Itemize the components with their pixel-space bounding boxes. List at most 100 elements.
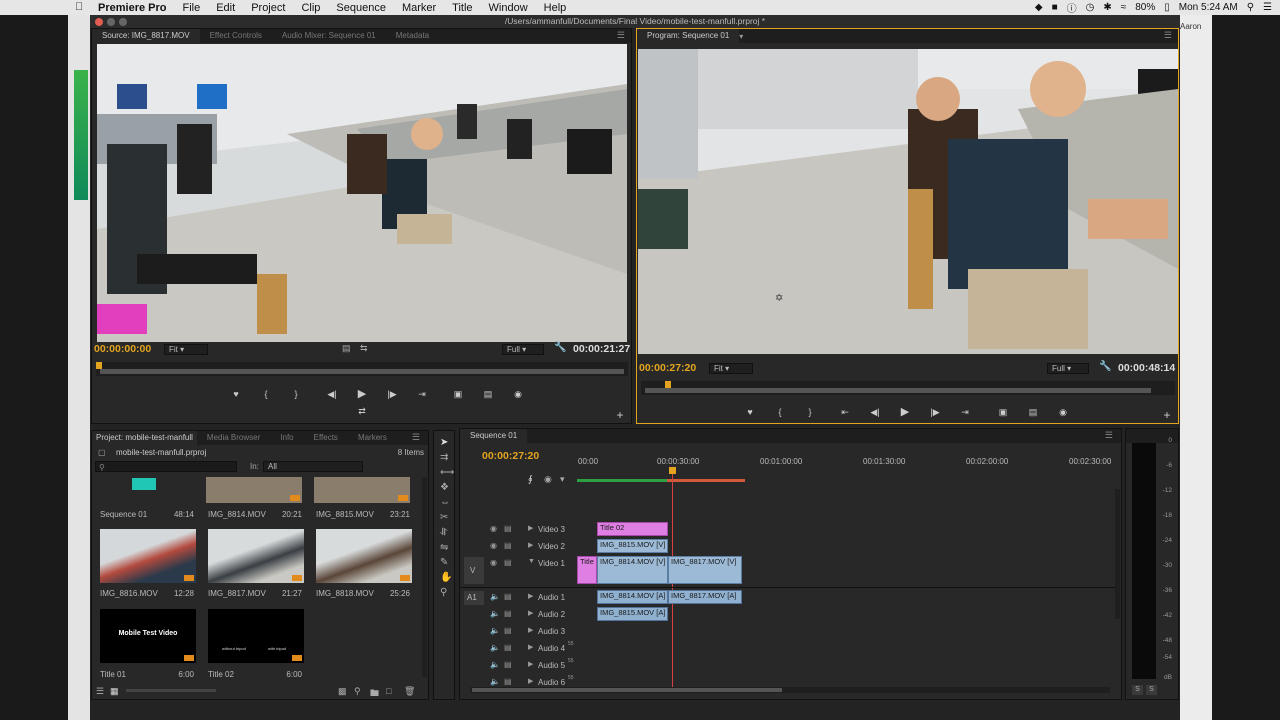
panel-menu-icon[interactable]: ☰ [617,30,625,41]
go-to-in-button[interactable]: ◀| [324,388,340,400]
drag-video-icon[interactable]: ⇆ [360,343,368,354]
bin-thumb-img8814[interactable] [206,477,302,503]
bluetooth-icon[interactable]: ✱ [1103,2,1111,13]
expand-track-icon[interactable]: ▶ [528,643,533,651]
speaker-icon[interactable]: 🔈 [490,677,500,686]
menu-app[interactable]: Premiere Pro [98,2,166,14]
step-forward-button[interactable]: |▶ [384,388,400,400]
bin-thumb-sequence01[interactable] [98,477,194,531]
source-playhead[interactable] [96,362,102,369]
razor-tool-icon[interactable]: ✂ [440,512,448,523]
toggle-output-icon[interactable]: ◉ [490,524,497,533]
zoom-window-icon[interactable] [119,18,127,26]
solo-right-button[interactable]: S [1146,685,1157,695]
mark-in-button[interactable]: { [772,406,788,418]
source-quality-dropdown[interactable]: Full ▾ [502,344,544,355]
slide-tool-icon[interactable]: ⇋ [440,542,448,553]
bin-thumb-img8816[interactable] [100,529,196,583]
lock-track-icon[interactable]: ▤ [504,609,512,618]
timeline-clip-a1b[interactable]: IMG_8817.MOV [A] [668,590,742,604]
program-scrub-bar[interactable] [645,388,1151,393]
audio-target-button[interactable]: A1 [464,591,484,605]
program-quality-dropdown[interactable]: Full ▾ [1047,363,1089,374]
speaker-icon[interactable]: 🔈 [490,643,500,652]
new-item-icon[interactable]: □ [386,686,391,696]
menu-help[interactable]: Help [544,2,567,14]
overwrite-button[interactable]: ▤ [480,388,496,400]
hand-tool-icon[interactable]: ✋ [440,572,452,583]
go-to-out-button[interactable]: ⇥ [957,406,973,418]
tab-sequence[interactable]: Sequence 01 [460,429,528,443]
new-bin-icon[interactable]: 🖿 [370,686,379,702]
ripple-edit-tool-icon[interactable]: ⟷ [440,467,454,478]
tab-effects[interactable]: Effects [304,431,348,445]
expand-track-icon[interactable]: ▶ [528,626,533,634]
panel-menu-icon[interactable]: ☰ [1164,30,1172,41]
lock-track-icon[interactable]: ▤ [504,643,512,652]
timeline-clip-a1a[interactable]: IMG_8814.MOV [A] [597,590,668,604]
go-to-out-button[interactable]: ⇥ [414,388,430,400]
speaker-icon[interactable]: 🔈 [490,592,500,601]
wrench-icon[interactable]: 🔧 [554,342,566,353]
source-video-frame[interactable] [97,44,627,342]
menu-edit[interactable]: Edit [216,2,235,14]
panel-menu-icon[interactable]: ☰ [1105,430,1113,441]
timeline-ruler[interactable]: 00:00 00:00:30:00 00:01:00:00 00:01:30:0… [575,455,1115,483]
program-time-ruler[interactable] [641,381,1175,395]
add-button-program[interactable]: + [1159,409,1175,421]
selection-tool-icon[interactable]: ➤ [440,437,448,448]
lock-track-icon[interactable]: ▤ [504,524,512,533]
battery-percent[interactable]: 80% [1135,2,1155,13]
add-marker-button[interactable]: ♥ [742,406,758,418]
timeline-clip-title02[interactable]: Title 02 [597,522,668,536]
timeline-clip-v1b[interactable]: IMG_8817.MOV [V] [668,556,742,584]
speaker-icon[interactable]: 🔈 [490,626,500,635]
wifi-icon[interactable]: ≈ [1121,2,1127,13]
lift-button[interactable]: ▣ [995,406,1011,418]
step-back-button[interactable]: ◀| [867,406,883,418]
timeline-timecode[interactable]: 00:00:27:20 [482,450,539,462]
menu-file[interactable]: File [182,2,200,14]
rolling-edit-tool-icon[interactable]: ❖ [440,482,449,493]
source-time-ruler[interactable] [96,362,628,376]
mark-in-button[interactable]: { [258,388,274,400]
dropbox-icon[interactable]: ◆ [1035,2,1043,13]
source-timecode[interactable]: 00:00:00:00 [94,343,151,355]
lock-track-icon[interactable]: ▤ [504,592,512,601]
close-window-icon[interactable] [95,18,103,26]
speaker-icon[interactable]: 🔈 [490,660,500,669]
menu-clip[interactable]: Clip [301,2,320,14]
mark-out-button[interactable]: } [288,388,304,400]
expand-track-icon[interactable]: ▶ [528,524,533,532]
rate-stretch-tool-icon[interactable]: ⇔ [440,497,450,508]
expand-track-icon[interactable]: ▶ [528,592,533,600]
timeline-horizontal-scrollbar[interactable] [470,687,1110,693]
linked-selection-icon[interactable]: ◉ [544,474,552,485]
track-select-tool-icon[interactable]: ⇉ [440,452,448,463]
evernote-icon[interactable]: ■ [1052,2,1058,13]
menu-window[interactable]: Window [489,2,528,14]
toggle-output-icon[interactable]: ◉ [490,541,497,550]
go-to-in-button[interactable]: ⇤ [837,406,853,418]
step-forward-button[interactable]: |▶ [927,406,943,418]
clock[interactable]: Mon 5:24 AM [1179,2,1238,13]
toggle-output-icon[interactable]: ◉ [490,558,497,567]
play-button[interactable]: ▶ [354,388,370,400]
search-icon[interactable]: ⚲ [1247,2,1254,13]
solo-left-button[interactable]: S [1132,685,1143,695]
snap-icon[interactable]: ∮ [528,474,533,485]
bin-thumb-title01[interactable]: Mobile Test Video [100,609,196,663]
delete-icon[interactable]: 🗑 [404,686,415,697]
mark-out-button[interactable]: } [802,406,818,418]
tab-program-menu-icon[interactable]: ▾ [739,32,743,41]
tab-program[interactable]: Program: Sequence 01 [637,29,740,43]
timeline-clip-a2[interactable]: IMG_8815.MOV [A] [597,607,668,621]
video-target-button[interactable]: V [464,557,484,584]
program-timecode[interactable]: 00:00:27:20 [639,362,696,374]
menu-marker[interactable]: Marker [402,2,436,14]
expand-track-icon[interactable]: ▶ [528,541,533,549]
lock-track-icon[interactable]: ▤ [504,660,512,669]
safe-margins-icon[interactable]: ▤ [342,343,351,354]
program-playhead[interactable] [665,381,671,388]
source-fit-dropdown[interactable]: Fit ▾ [164,344,208,355]
